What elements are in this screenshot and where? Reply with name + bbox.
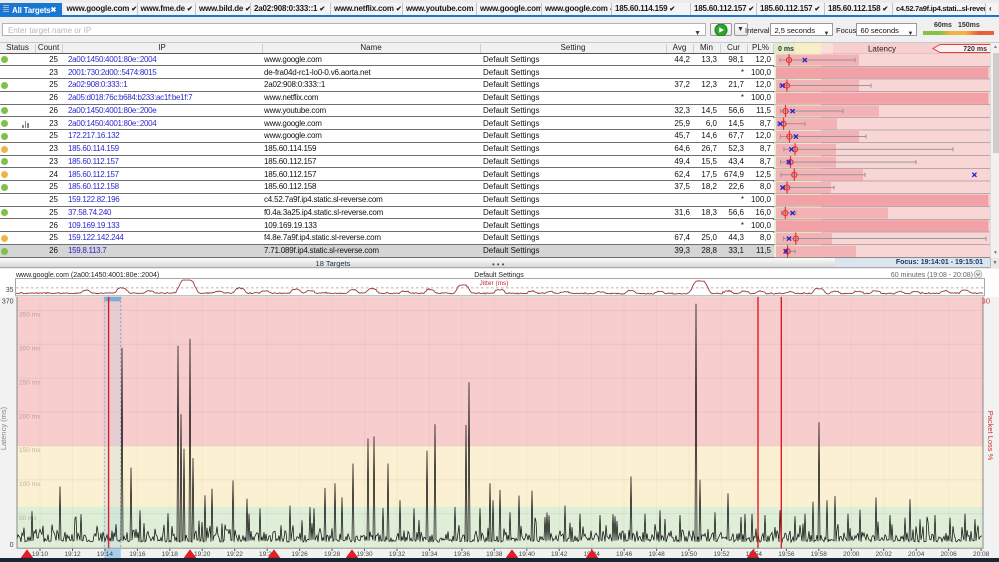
svg-text:19:26: 19:26 [291, 551, 308, 558]
svg-text:www.google.com (2a00:1450:4001: www.google.com (2a00:1450:4001:80e::2004… [15, 271, 159, 278]
svg-text:19:36: 19:36 [454, 551, 471, 558]
svg-text:300 ms: 300 ms [19, 345, 41, 352]
svg-text:0 ms: 0 ms [778, 46, 794, 53]
svg-text:19:48: 19:48 [648, 551, 665, 558]
svg-text:50 ms: 50 ms [19, 514, 37, 521]
svg-text:Packet Loss %: Packet Loss % [986, 410, 995, 460]
svg-text:60 minutes (19:08 - 20:08): 60 minutes (19:08 - 20:08) [891, 272, 973, 279]
svg-text:200 ms: 200 ms [19, 413, 41, 420]
svg-text:20:00: 20:00 [843, 551, 860, 558]
svg-text:19:22: 19:22 [227, 551, 244, 558]
svg-text:30: 30 [982, 296, 990, 305]
svg-text:Default Settings: Default Settings [474, 271, 524, 278]
svg-text:19:30: 19:30 [356, 551, 373, 558]
svg-text:19:52: 19:52 [713, 551, 730, 558]
svg-text:20:04: 20:04 [908, 551, 925, 558]
svg-text:20:08: 20:08 [973, 551, 990, 558]
svg-text:Latency (ms): Latency (ms) [0, 406, 8, 450]
svg-text:19:18: 19:18 [162, 551, 179, 558]
svg-text:20:06: 20:06 [940, 551, 957, 558]
svg-text:100 ms: 100 ms [19, 481, 41, 488]
svg-text:19:32: 19:32 [389, 551, 406, 558]
svg-text:19:14: 19:14 [97, 551, 114, 558]
svg-text:19:46: 19:46 [616, 551, 633, 558]
svg-text:0: 0 [10, 542, 14, 549]
svg-text:19:12: 19:12 [64, 551, 81, 558]
svg-text:19:56: 19:56 [778, 551, 795, 558]
svg-text:19:40: 19:40 [519, 551, 536, 558]
svg-text:19:16: 19:16 [129, 551, 146, 558]
svg-text:35: 35 [6, 287, 14, 294]
svg-text:370: 370 [2, 298, 14, 305]
svg-text:19:10: 19:10 [32, 551, 49, 558]
svg-text:19:38: 19:38 [486, 551, 503, 558]
svg-text:19:50: 19:50 [681, 551, 698, 558]
svg-text:250 ms: 250 ms [19, 379, 41, 386]
svg-text:Latency: Latency [868, 44, 896, 53]
svg-text:720 ms: 720 ms [963, 46, 987, 53]
svg-text:19:28: 19:28 [324, 551, 341, 558]
svg-text:19:42: 19:42 [551, 551, 568, 558]
svg-text:150 ms: 150 ms [19, 447, 41, 454]
svg-text:350 ms: 350 ms [19, 311, 41, 318]
svg-text:19:20: 19:20 [194, 551, 211, 558]
svg-text:19:34: 19:34 [421, 551, 438, 558]
svg-text:19:58: 19:58 [811, 551, 828, 558]
svg-text:20:02: 20:02 [876, 551, 893, 558]
svg-text:Jitter (ms): Jitter (ms) [480, 280, 509, 287]
